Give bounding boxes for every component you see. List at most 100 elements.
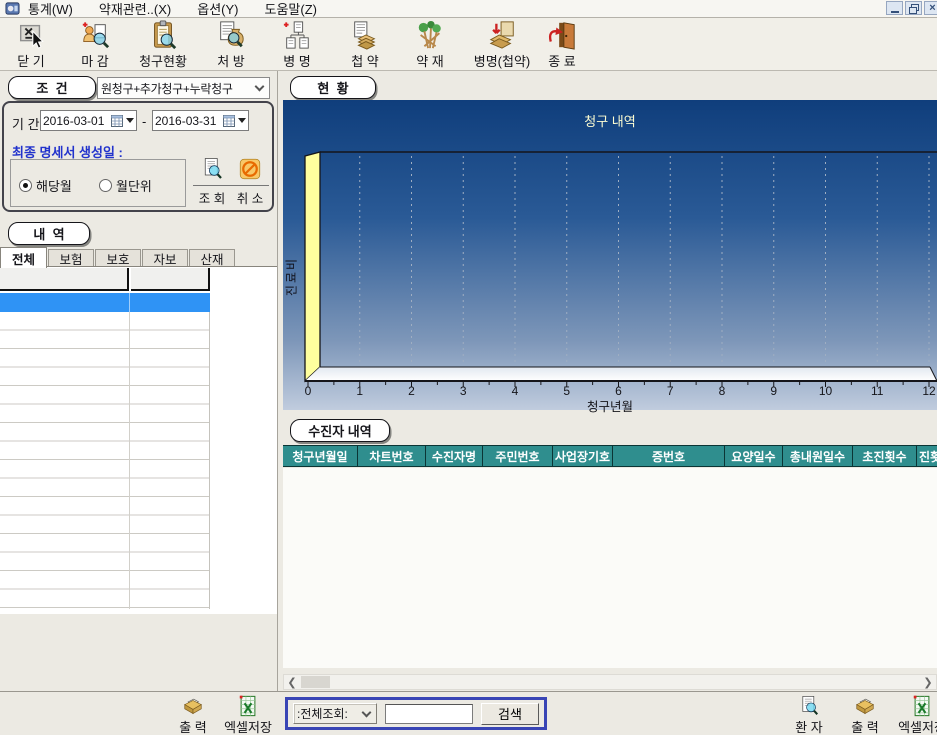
cancel-button[interactable]: 취 소	[231, 157, 269, 207]
column-header-workplace-code[interactable]: 사업장기호	[553, 446, 613, 466]
search-input[interactable]	[385, 704, 473, 724]
dropdown-arrow-icon	[238, 118, 246, 123]
column-header-cert-no[interactable]: 증번호	[613, 446, 725, 466]
tab-protection[interactable]: 보호	[95, 249, 141, 267]
toolbar-disease-button[interactable]: 병 명	[267, 20, 327, 70]
excel-icon	[236, 695, 260, 717]
toolbar-label: 병 명	[283, 51, 311, 70]
menu-herb-related[interactable]: 약재관련..(X)	[99, 0, 171, 18]
excel-save-button-left[interactable]: 엑셀저장	[221, 695, 275, 735]
column-header-resident-no[interactable]: 주민번호	[483, 446, 553, 466]
bottom-bar: 출 력 엑셀저장 :전체조회: 검색 환 자 출 력 엑셀저장	[0, 691, 937, 735]
scroll-left-arrow[interactable]: ❮	[284, 675, 300, 689]
search-filter-dropdown[interactable]: :전체조회:	[293, 703, 377, 724]
menu-bar: 통계(W) 약재관련..(X) 옵션(Y) 도움말(Z) ×	[0, 0, 937, 18]
patient-lookup-button[interactable]: 환 자	[787, 695, 831, 735]
toolbar-exit-button[interactable]: 종 료	[533, 20, 591, 70]
condition-section-button[interactable]: 조 건	[8, 76, 96, 99]
toolbar-close-button[interactable]: 닫 기	[2, 20, 60, 70]
printer-icon	[853, 695, 877, 717]
clipboard-magnifier-icon	[148, 20, 178, 50]
stack-arrow-icon	[487, 20, 517, 50]
menu-options[interactable]: 옵션(Y)	[197, 0, 238, 18]
claim-type-dropdown[interactable]: 원청구+추가청구+누락청구	[97, 77, 270, 99]
print-button-right[interactable]: 출 력	[843, 695, 887, 735]
tab-insurance[interactable]: 보험	[48, 249, 94, 267]
selected-row[interactable]	[0, 293, 210, 312]
scrollbar-thumb[interactable]	[301, 676, 330, 688]
excel-save-label: 엑셀저장	[898, 717, 937, 735]
menu-help[interactable]: 도움말(Z)	[265, 0, 317, 18]
toolbar-claim-status-button[interactable]: 청구현황	[128, 20, 198, 70]
menu-statistics[interactable]: 통계(W)	[28, 0, 73, 18]
toolbar-label: 첩 약	[351, 51, 379, 70]
column-header-care-days[interactable]: 요양일수	[725, 446, 783, 466]
column-header-first-visits[interactable]: 초진횟수	[853, 446, 917, 466]
radio-monthly[interactable]: 월단위	[99, 176, 152, 195]
chevron-down-icon	[362, 707, 372, 717]
details-section-button[interactable]: 내 역	[8, 222, 90, 245]
patient-search-group: :전체조회: 검색	[285, 697, 547, 730]
person-magnifier-icon	[80, 20, 110, 50]
toolbar: 닫 기 마 감 청구현황 처 방 병 명 첩 약 약 재 병명(첩약) 종 료	[0, 18, 937, 71]
restore-button[interactable]	[905, 1, 922, 15]
chart-3d-wall	[305, 152, 320, 381]
calendar-icon	[111, 115, 123, 127]
patient-section-button[interactable]: 수진자 내역	[290, 419, 390, 442]
toolbar-closing-button[interactable]: 마 감	[66, 20, 124, 70]
horizontal-scrollbar[interactable]: ❮ ❯	[283, 674, 937, 690]
document-magnifier-icon	[200, 157, 224, 181]
tab-auto[interactable]: 자보	[142, 249, 188, 267]
excel-save-label: 엑셀저장	[224, 717, 272, 735]
details-table-rows	[0, 312, 210, 609]
chevron-down-icon	[255, 82, 265, 92]
excel-save-button-right[interactable]: 엑셀저장	[895, 695, 937, 735]
herbs-icon	[415, 20, 445, 50]
toolbar-label: 종 료	[548, 51, 576, 70]
toolbar-label: 닫 기	[17, 51, 45, 70]
column-header-claim-date[interactable]: 청구년월일	[283, 446, 358, 466]
patient-table-header: 청구년월일 차트번호 수진자명 주민번호 사업장기호 증번호 요양일수 총내원일…	[283, 445, 937, 467]
print-button-left[interactable]: 출 력	[171, 695, 215, 735]
date-from-value: 2016-03-01	[43, 114, 111, 128]
radio-current-month-label: 해당월	[36, 176, 72, 195]
printer-icon	[181, 695, 205, 717]
calendar-icon	[223, 115, 235, 127]
claim-type-value: 원청구+추가청구+누락청구	[101, 80, 254, 97]
toolbar-label: 약 재	[416, 51, 444, 70]
column-header-patient-name[interactable]: 수진자명	[426, 446, 483, 466]
app-window: 통계(W) 약재관련..(X) 옵션(Y) 도움말(Z) × 닫 기 마 감 청…	[0, 0, 937, 735]
date-to-picker[interactable]: 2016-03-31	[152, 110, 249, 131]
toolbar-herbal-pack-button[interactable]: 첩 약	[335, 20, 395, 70]
details-column-header[interactable]	[0, 268, 129, 291]
close-window-button[interactable]: ×	[924, 1, 937, 15]
search-button[interactable]: 검색	[481, 703, 539, 725]
toolbar-medicine-button[interactable]: 약 재	[400, 20, 460, 70]
radio-unselected-icon	[99, 179, 112, 192]
tab-all[interactable]: 전체	[0, 247, 47, 268]
radio-monthly-label: 월단위	[116, 176, 152, 195]
document-stack-icon	[350, 20, 380, 50]
date-from-picker[interactable]: 2016-03-01	[40, 110, 137, 131]
option-fieldset: 선택 옵션 해당월 월단위	[10, 159, 186, 207]
details-table	[0, 266, 277, 614]
close-window-icon	[16, 20, 46, 50]
print-label: 출 력	[851, 717, 879, 735]
radio-selected-icon	[19, 179, 32, 192]
tab-industrial[interactable]: 산재	[189, 249, 235, 267]
column-header-total-visits[interactable]: 총내원일수	[783, 446, 853, 466]
query-button[interactable]: 조 회	[193, 157, 231, 207]
radio-current-month[interactable]: 해당월	[19, 176, 72, 195]
minimize-button[interactable]	[886, 1, 903, 15]
cancel-icon	[238, 157, 262, 181]
column-header-chart-no[interactable]: 차트번호	[358, 446, 426, 466]
status-section-button[interactable]: 현 황	[290, 76, 376, 99]
claim-chart: 청구 내역 진료비 0123456789101112 청구년월	[283, 100, 937, 410]
column-header-truncated[interactable]: 진횟	[917, 446, 937, 466]
toolbar-prescription-button[interactable]: 처 방	[201, 20, 261, 70]
scroll-right-arrow[interactable]: ❯	[920, 675, 936, 689]
toolbar-label: 마 감	[81, 51, 109, 70]
details-column-header[interactable]	[131, 268, 210, 291]
document-tree-icon	[282, 20, 312, 50]
search-filter-value: :전체조회:	[297, 705, 361, 722]
